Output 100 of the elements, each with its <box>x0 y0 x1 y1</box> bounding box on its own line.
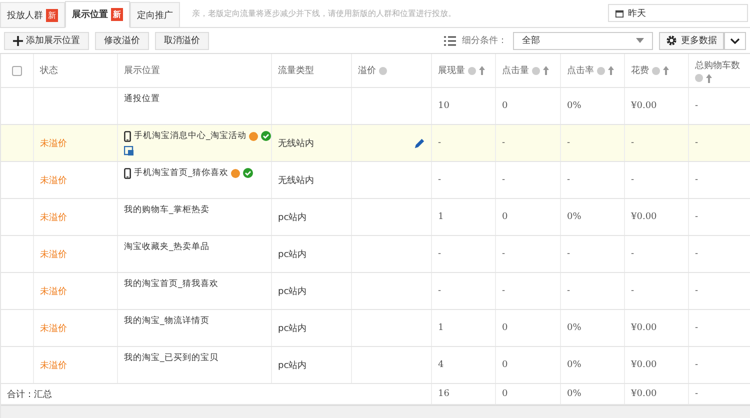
table-cell: ¥0.00 <box>631 101 657 111</box>
table-cell: 0% <box>567 101 582 111</box>
table-cell: 4 <box>438 360 444 370</box>
table-cell: - <box>502 175 506 185</box>
notice-text: 亲，老版定向流量将逐步减少并下线，请使用新版的人群和位置进行投放。 <box>191 8 457 20</box>
table-cell: - <box>502 286 506 296</box>
table-cell: 0 <box>502 389 508 399</box>
position-name: 我的淘宝_物流详情页 <box>124 315 210 327</box>
select-all-checkbox[interactable] <box>12 66 22 76</box>
table-cell: 0 <box>502 101 508 111</box>
table-cell: 1 <box>438 323 444 333</box>
expand-button[interactable] <box>724 32 746 50</box>
status-text: 未溢价 <box>40 174 67 186</box>
column-header: 展示位置 <box>124 64 160 77</box>
status-text: 未溢价 <box>40 138 67 150</box>
traffic-type: pc站内 <box>278 360 307 372</box>
table-cell: - <box>695 286 698 296</box>
table-cell: 16 <box>438 389 450 399</box>
column-header: 总购物车数 <box>695 60 740 72</box>
column-header: 流量类型 <box>278 64 314 77</box>
traffic-type: 无线站内 <box>278 138 314 150</box>
column-header: 溢价 <box>358 64 376 77</box>
sort-arrow-icon[interactable] <box>543 66 549 75</box>
table-cell: 0% <box>567 389 582 399</box>
column-header: 状态 <box>40 64 58 77</box>
date-picker[interactable]: 昨天 <box>608 4 748 22</box>
table-cell: 0 <box>502 323 508 333</box>
tab[interactable]: 定向推广 <box>130 2 180 27</box>
table-cell: - <box>695 101 698 111</box>
table-cell: - <box>438 286 442 296</box>
position-name: 手机淘宝首页_猜你喜欢 <box>134 167 228 179</box>
table-cell: - <box>631 138 634 148</box>
sort-arrow-icon[interactable] <box>479 66 485 75</box>
tab[interactable]: 展示位置 新 <box>65 1 130 28</box>
horizontal-scrollbar[interactable] <box>1 405 750 418</box>
position-name: 我的淘宝_已买到的宝贝 <box>124 352 218 364</box>
table-cell: 1 <box>438 212 444 222</box>
table-cell: - <box>631 175 634 185</box>
table-cell: - <box>631 249 634 259</box>
toolbar-button[interactable]: 添加展示位置 <box>4 32 89 50</box>
filter-dropdown[interactable]: 全部 <box>513 32 653 50</box>
status-text: 未溢价 <box>40 286 67 298</box>
status-text: 未溢价 <box>40 322 67 334</box>
table-cell: 0% <box>567 212 582 222</box>
tab[interactable]: 投放人群 新 <box>0 2 65 27</box>
image-icon[interactable] <box>124 146 134 156</box>
sort-arrow-icon[interactable] <box>608 66 614 75</box>
filter-label: 细分条件： <box>462 34 507 47</box>
traffic-type: pc站内 <box>278 322 307 334</box>
table-cell: - <box>502 138 506 148</box>
new-badge: 新 <box>46 8 58 22</box>
table-cell: - <box>567 249 570 259</box>
column-header: 点击率 <box>567 64 594 77</box>
table-cell: - <box>695 323 698 333</box>
table-cell: - <box>567 175 570 185</box>
table-cell: - <box>567 138 570 148</box>
calendar-icon <box>615 8 624 18</box>
table-cell: ¥0.00 <box>631 360 657 370</box>
table-cell: ¥0.00 <box>631 389 657 399</box>
plus-icon <box>13 36 23 46</box>
traffic-type: pc站内 <box>278 248 307 260</box>
table-cell: 0 <box>502 360 508 370</box>
toolbar-button[interactable]: 修改溢价 <box>95 32 149 50</box>
column-header: 花费 <box>631 64 649 77</box>
table-cell: - <box>695 138 698 148</box>
list-icon <box>444 36 456 46</box>
table-cell: - <box>567 286 570 296</box>
new-badge: 新 <box>111 8 123 21</box>
table-cell: ¥0.00 <box>631 212 657 222</box>
table-cell: 10 <box>438 101 450 111</box>
status-text: 未溢价 <box>40 212 67 224</box>
table-cell: ¥0.00 <box>631 323 657 333</box>
table-cell: 0% <box>567 360 582 370</box>
more-data-button[interactable]: 更多数据 <box>659 32 724 50</box>
table-cell: - <box>502 249 506 259</box>
table-cell: - <box>695 212 698 222</box>
gear-icon <box>666 35 677 46</box>
traffic-type: pc站内 <box>278 286 307 298</box>
table-cell: - <box>695 389 698 399</box>
chevron-down-icon <box>730 38 740 44</box>
column-header: 展现量 <box>438 64 465 77</box>
position-name: 我的淘宝首页_猜我喜欢 <box>124 278 218 290</box>
table-cell: 0% <box>567 323 582 333</box>
table-cell: - <box>438 249 442 259</box>
table-cell: 0 <box>502 212 508 222</box>
position-name: 手机淘宝消息中心_淘宝活动 <box>134 130 246 142</box>
column-header: 点击量 <box>502 64 529 77</box>
status-text: 未溢价 <box>40 248 67 260</box>
table-cell: - <box>438 138 442 148</box>
status-text: 未溢价 <box>40 360 67 372</box>
table-cell: - <box>695 249 698 259</box>
pencil-icon[interactable] <box>414 138 425 148</box>
toolbar-button[interactable]: 取消溢价 <box>155 32 209 50</box>
sort-arrow-icon[interactable] <box>706 74 712 82</box>
position-name: 我的购物车_掌柜热卖 <box>124 204 210 216</box>
table-cell: - <box>695 360 698 370</box>
sort-arrow-icon[interactable] <box>663 66 669 75</box>
position-name: 淘宝收藏夹_热卖单品 <box>124 241 210 253</box>
position-name: 通投位置 <box>124 93 160 105</box>
table-cell: - <box>695 175 698 185</box>
